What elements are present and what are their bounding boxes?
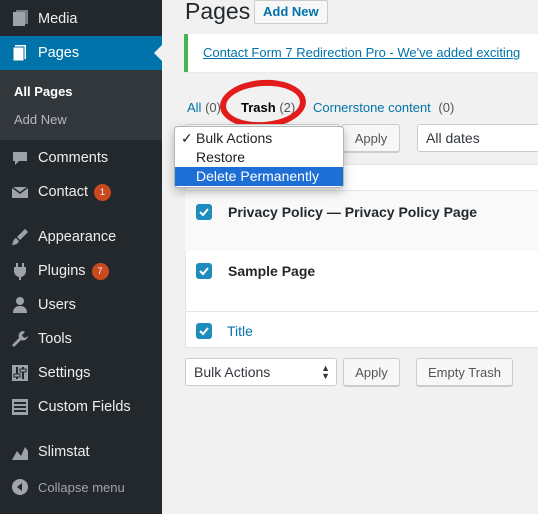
sidebar-item-contact[interactable]: Contact 1 [0, 175, 162, 209]
column-header-title[interactable]: Title [227, 323, 253, 339]
dates-filter-value: All dates [426, 130, 480, 146]
mail-icon [10, 182, 30, 202]
sidebar-item-tools[interactable]: Tools [0, 322, 162, 356]
chart-icon [10, 442, 30, 462]
table-row [185, 191, 538, 251]
filter-all-label: All [187, 100, 202, 115]
sidebar-item-label: Settings [38, 365, 91, 381]
checkmark-icon: ✓ [181, 130, 193, 146]
check-icon [199, 327, 209, 336]
admin-notice: Contact Form 7 Redirection Pro - We've a… [184, 34, 538, 72]
check-icon [199, 208, 209, 217]
comments-icon [10, 148, 30, 168]
sidebar-item-media[interactable]: Media [0, 2, 162, 36]
sidebar-item-pages[interactable]: Pages [0, 36, 162, 70]
sidebar-item-label: Users [38, 297, 76, 313]
sidebar-item-slimstat[interactable]: Slimstat [0, 435, 162, 469]
sidebar-item-label: Tools [38, 331, 72, 347]
settings-sliders-icon [10, 363, 30, 383]
notice-link[interactable]: Contact Form 7 Redirection Pro - We've a… [203, 45, 520, 60]
dates-filter-select[interactable]: All dates [417, 124, 538, 152]
sidebar-item-settings[interactable]: Settings [0, 356, 162, 390]
row-title[interactable]: Sample Page [228, 263, 315, 279]
select-all-checkbox[interactable] [196, 323, 212, 339]
filter-cornerstone[interactable]: Cornerstone content (0) [313, 100, 454, 115]
custom-fields-icon [10, 397, 30, 417]
sidebar-item-label: Plugins [38, 263, 86, 279]
filter-all-count: (0) [205, 100, 221, 115]
sidebar-item-label: Custom Fields [38, 399, 131, 415]
sidebar-item-appearance[interactable]: Appearance [0, 220, 162, 254]
media-icon [10, 9, 30, 29]
check-icon [199, 267, 209, 276]
option-label: Delete Permanently [196, 168, 319, 184]
plug-icon [10, 261, 30, 281]
filter-cornerstone-count: (0) [438, 100, 455, 115]
pages-icon [10, 43, 30, 63]
submenu-all-pages[interactable]: All Pages [14, 84, 73, 99]
user-icon [10, 295, 30, 315]
option-label: Bulk Actions [196, 130, 273, 146]
row-checkbox[interactable] [196, 263, 212, 279]
add-new-button[interactable]: Add New [254, 0, 328, 24]
admin-sidebar: Media Pages All Pages Add New Comments C… [0, 0, 162, 514]
sidebar-item-plugins[interactable]: Plugins 7 [0, 254, 162, 288]
notification-badge: 7 [91, 262, 109, 280]
bulk-actions-select-bottom[interactable]: Bulk Actions ▲ ▼ [185, 358, 337, 386]
collapse-label: Collapse menu [38, 479, 125, 495]
filter-cornerstone-label: Cornerstone content [313, 100, 431, 115]
dropdown-option-delete-permanently[interactable]: Delete Permanently [175, 167, 343, 186]
sidebar-item-custom-fields[interactable]: Custom Fields [0, 390, 162, 424]
row-title[interactable]: Privacy Policy — Privacy Policy Page [228, 204, 477, 220]
sidebar-item-users[interactable]: Users [0, 288, 162, 322]
sidebar-item-label: Contact [38, 184, 88, 200]
select-arrows-icon: ▲ ▼ [321, 363, 330, 381]
filter-all[interactable]: All (0) [187, 100, 221, 115]
divider [185, 190, 538, 191]
sidebar-item-label: Slimstat [38, 444, 90, 460]
sidebar-item-label: Comments [38, 150, 109, 166]
sidebar-item-label: Appearance [38, 229, 117, 245]
notification-badge: 1 [93, 183, 111, 201]
apply-button-top[interactable]: Apply [342, 124, 400, 152]
annotation-circle [218, 77, 308, 131]
paintbrush-icon [10, 227, 30, 247]
sidebar-item-label: Media [38, 11, 78, 27]
pages-submenu: All Pages Add New [0, 70, 162, 140]
divider [185, 311, 538, 312]
sidebar-item-label: Pages [38, 45, 80, 61]
row-checkbox[interactable] [196, 204, 212, 220]
sidebar-item-comments[interactable]: Comments [0, 141, 162, 175]
dropdown-option-restore[interactable]: Restore [175, 148, 343, 167]
wrench-icon [10, 329, 30, 349]
bulk-actions-dropdown: ✓ Bulk Actions Restore Delete Permanentl… [174, 126, 344, 188]
page-title: Pages [185, 0, 251, 24]
collapse-menu-button[interactable]: Collapse menu [0, 474, 162, 500]
option-label: Restore [196, 149, 246, 165]
dropdown-option-bulk-actions[interactable]: ✓ Bulk Actions [175, 129, 343, 148]
bulk-actions-value: Bulk Actions [194, 364, 271, 380]
submenu-add-new[interactable]: Add New [14, 112, 67, 127]
apply-button-bottom[interactable]: Apply [343, 358, 400, 386]
collapse-arrow-icon [10, 477, 30, 497]
empty-trash-button[interactable]: Empty Trash [416, 358, 513, 386]
